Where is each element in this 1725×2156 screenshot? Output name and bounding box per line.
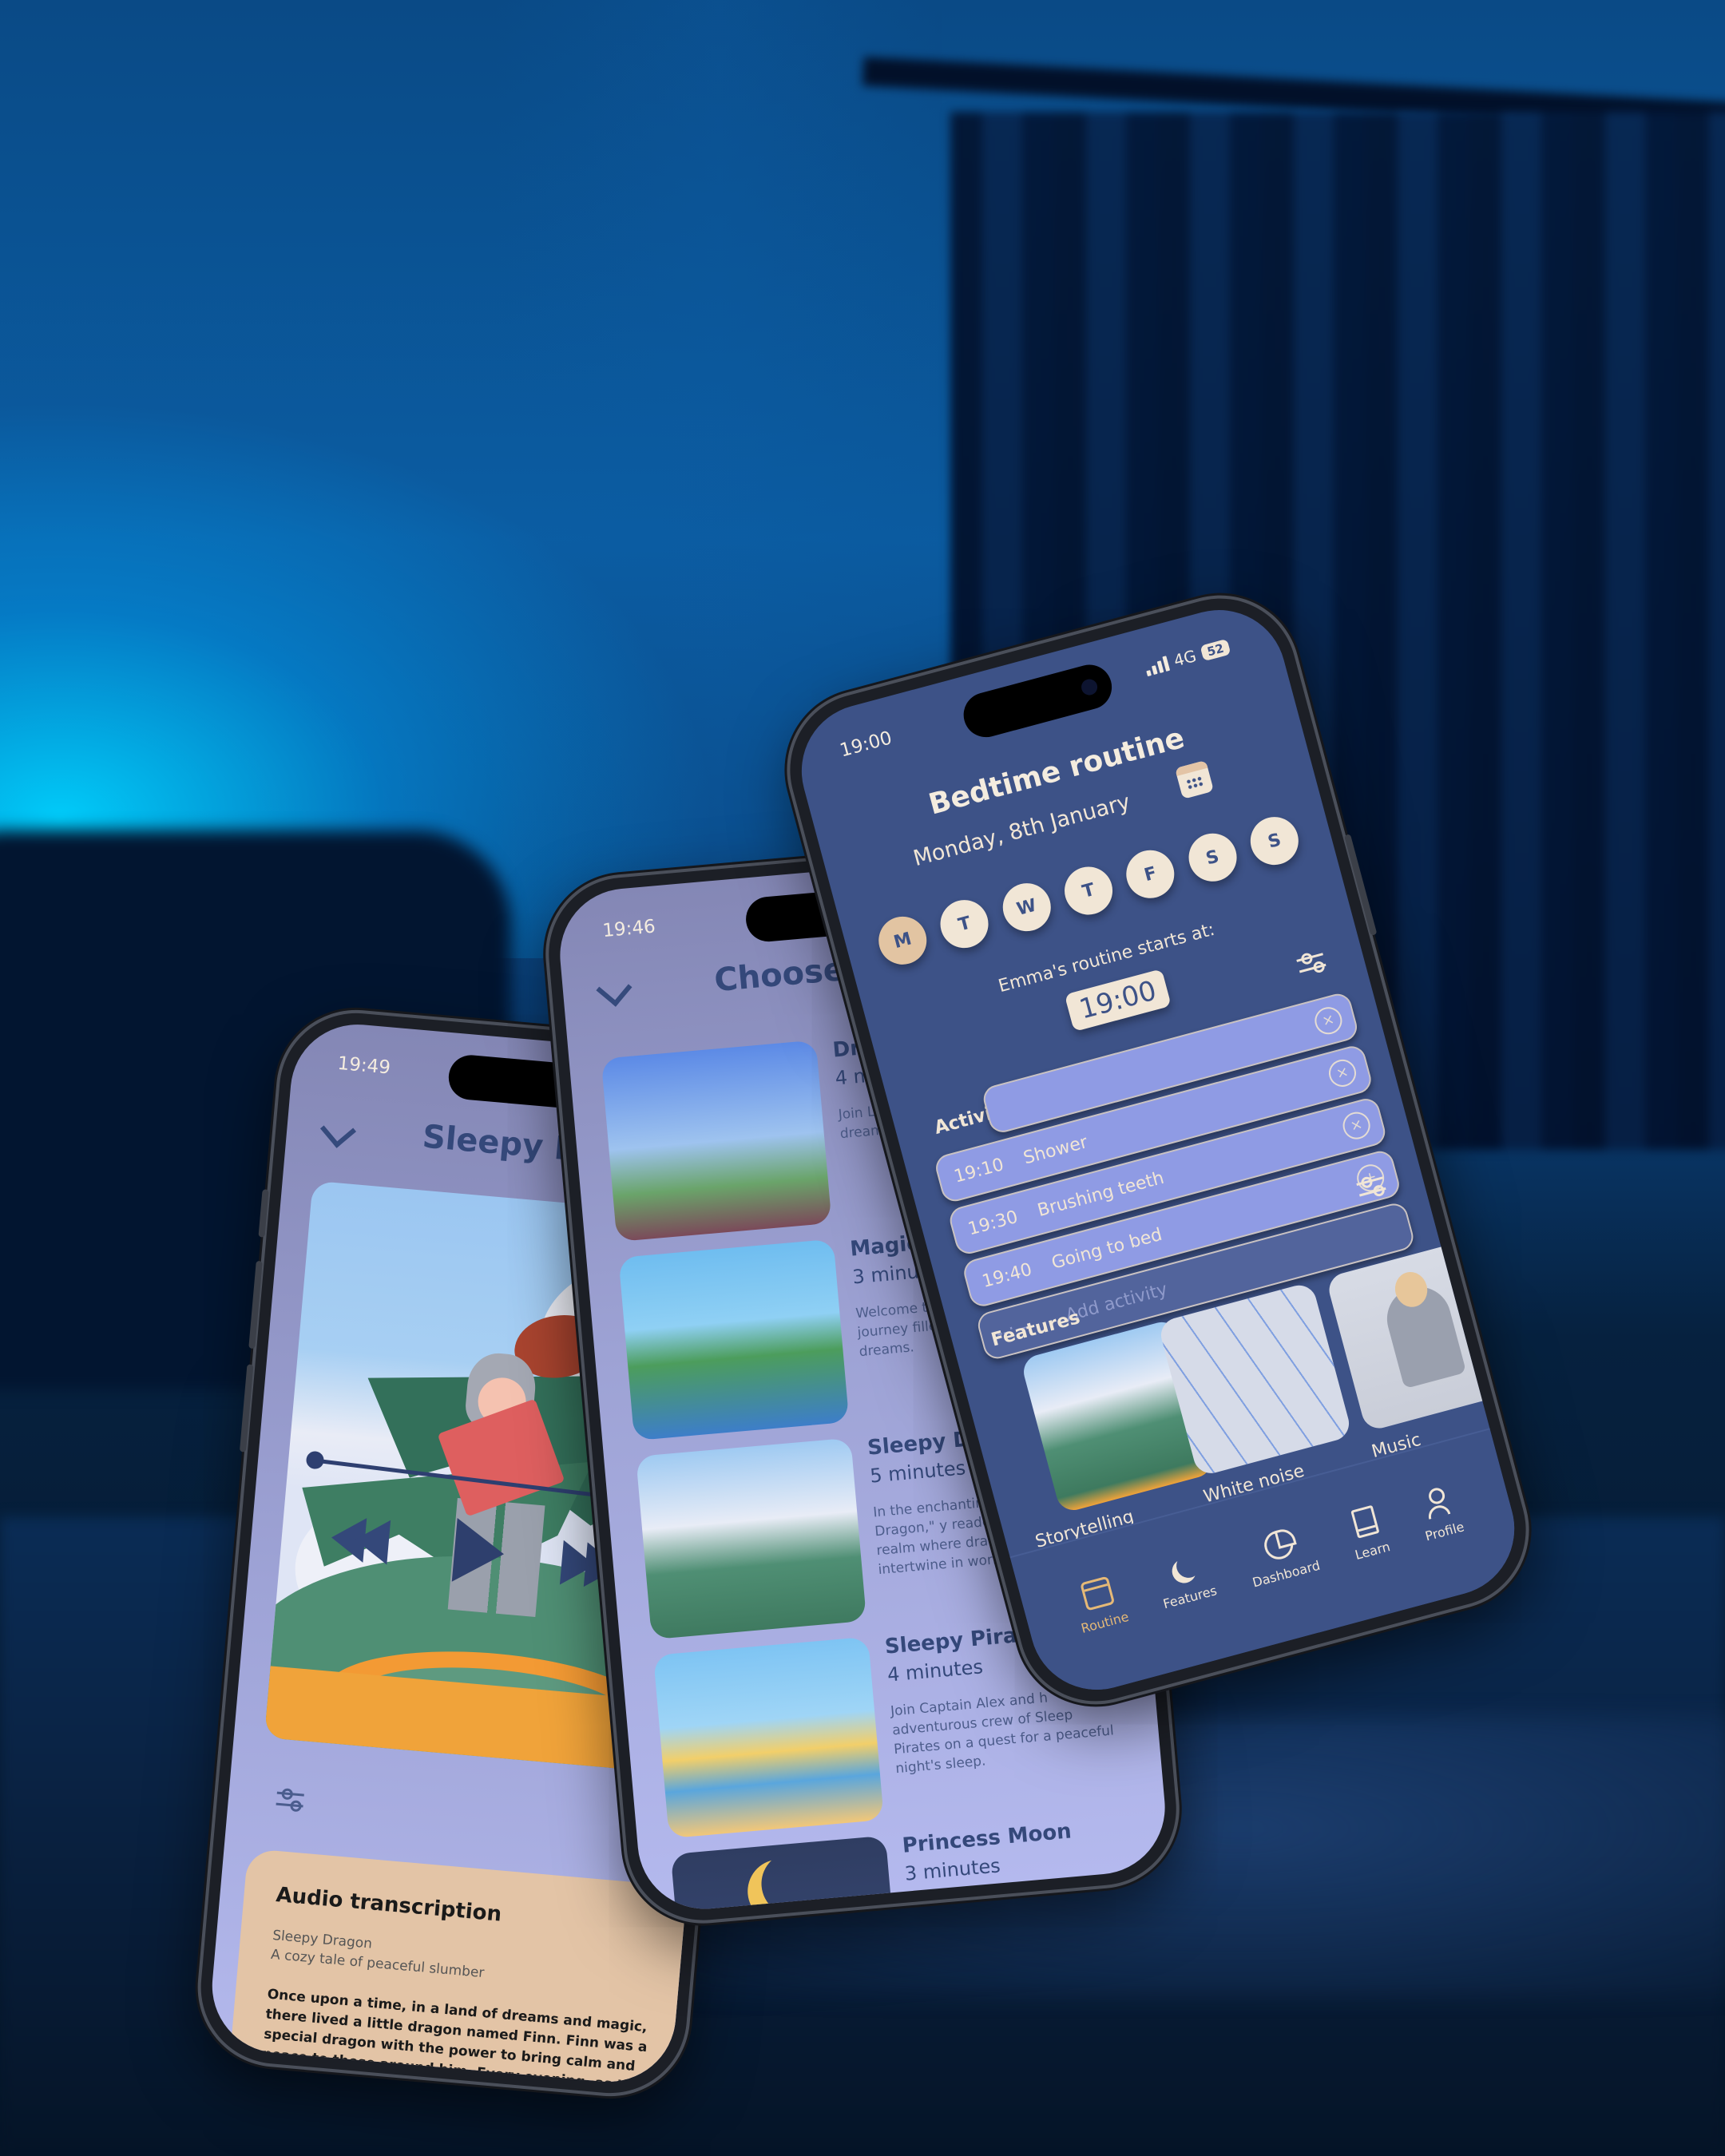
chevron-down-icon[interactable] bbox=[319, 1112, 357, 1148]
day-button-tuesday[interactable]: T bbox=[935, 894, 994, 953]
battery-icon: 52 bbox=[1200, 638, 1231, 662]
calendar-icon bbox=[1079, 1575, 1115, 1611]
calendar-icon[interactable] bbox=[1175, 759, 1215, 799]
play-icon bbox=[451, 1518, 507, 1587]
story-duration: 4 minutes bbox=[886, 1655, 984, 1686]
dynamic-island bbox=[958, 660, 1117, 743]
settings-sliders-icon[interactable] bbox=[1295, 948, 1328, 978]
activity-time: 19:30 bbox=[966, 1207, 1021, 1239]
moon-icon bbox=[759, 1849, 828, 1915]
day-button-sunday[interactable]: S bbox=[1245, 811, 1304, 870]
network-label: 4G bbox=[1172, 646, 1199, 671]
day-button-monday[interactable]: M bbox=[873, 911, 932, 970]
story-thumbnail-pirates bbox=[652, 1636, 884, 1839]
book-icon bbox=[1350, 1504, 1380, 1539]
story-thumbnail-dragon bbox=[636, 1437, 867, 1640]
nav-item-routine[interactable]: Routine bbox=[1070, 1573, 1130, 1635]
weekday-selector: M T W T F S S bbox=[873, 811, 1304, 970]
story-title: Princess Moon bbox=[901, 1819, 1073, 1858]
status-indicators: 4G 52 bbox=[1143, 637, 1231, 678]
remove-activity-icon[interactable]: × bbox=[1311, 1004, 1346, 1038]
status-time: 19:46 bbox=[601, 916, 656, 942]
routine-start-time[interactable]: 19:00 bbox=[1064, 969, 1172, 1032]
nav-item-dashboard[interactable]: Dashboard bbox=[1241, 1522, 1322, 1590]
day-button-thursday[interactable]: T bbox=[1059, 861, 1118, 921]
chevron-down-icon[interactable] bbox=[596, 970, 632, 1007]
status-time: 19:49 bbox=[336, 1052, 391, 1079]
status-time: 19:00 bbox=[837, 727, 894, 762]
story-thumbnail-moon bbox=[670, 1835, 902, 1915]
rewind-button[interactable] bbox=[329, 1515, 391, 1567]
play-button[interactable] bbox=[451, 1518, 507, 1589]
signal-icon bbox=[1144, 655, 1170, 676]
moon-icon bbox=[1173, 1551, 1203, 1580]
transcription-card: Audio transcription Sleepy Dragon A cozy… bbox=[225, 1848, 694, 2087]
story-duration: 3 minutes bbox=[903, 1854, 1001, 1885]
settings-sliders-icon[interactable] bbox=[276, 1787, 304, 1813]
story-thumbnail-dream bbox=[601, 1040, 832, 1242]
story-thumbnail-magic bbox=[618, 1239, 850, 1441]
pie-chart-icon bbox=[1260, 1527, 1296, 1563]
user-icon bbox=[1419, 1484, 1454, 1520]
story-duration: 5 minutes bbox=[869, 1456, 967, 1488]
activity-time: 19:10 bbox=[951, 1154, 1006, 1187]
day-button-wednesday[interactable]: W bbox=[997, 878, 1057, 937]
activity-time: 19:40 bbox=[980, 1259, 1034, 1292]
nav-item-features[interactable]: Features bbox=[1153, 1551, 1218, 1611]
day-button-saturday[interactable]: S bbox=[1183, 828, 1242, 887]
nav-item-profile[interactable]: Profile bbox=[1414, 1483, 1465, 1544]
day-button-friday[interactable]: F bbox=[1120, 844, 1180, 904]
nav-item-learn[interactable]: Learn bbox=[1344, 1503, 1392, 1563]
